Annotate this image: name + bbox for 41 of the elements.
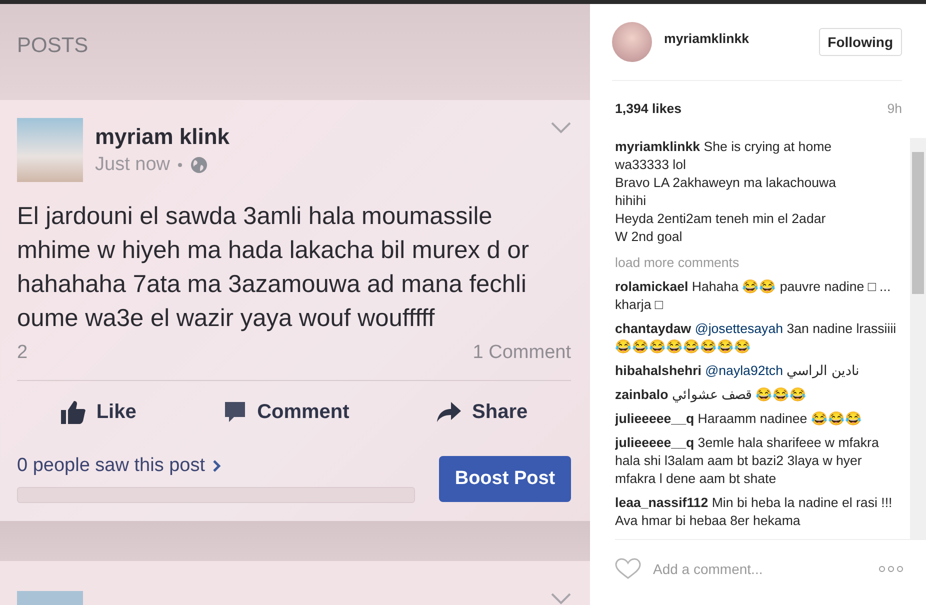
chevron-right-icon (213, 460, 222, 472)
chevron-down-icon[interactable] (551, 593, 571, 605)
author-name[interactable]: myriam klink (95, 124, 551, 150)
chevron-down-icon[interactable] (551, 122, 571, 134)
section-title: POSTS (0, 4, 590, 100)
username-link[interactable]: myriamklinkk (664, 30, 819, 46)
post-text: El jardouni el sawda 3amli hala moumassile mhime w hiyeh ma hada lakacha bil murex d or hahahaha 7ata ma 3azamouwa ad mana fechli oume wa3e el wazir yaya wouf woufffff (17, 202, 530, 334)
speech-bubble-icon (223, 400, 248, 424)
comment-text: chantaydaw @josettesayah 3an nadine lrassiiii😂😂😂😂😂😂😂😂 (615, 320, 898, 356)
following-button[interactable]: Following (818, 28, 902, 56)
photo-placeholder (17, 591, 83, 605)
caption-text: hihihi (615, 192, 648, 210)
post-age: 9h (887, 101, 902, 116)
comment-text: julieeeee__q Haraamm nadinee 😂😂😂 (615, 410, 863, 428)
scrollbar[interactable] (910, 138, 926, 539)
globe-icon (190, 156, 208, 174)
photo-placeholder (17, 118, 83, 182)
avatar-icon[interactable] (612, 22, 652, 62)
heart-icon[interactable] (615, 558, 641, 580)
more-options-icon[interactable] (878, 565, 904, 573)
share-button[interactable]: Share (436, 399, 528, 425)
comment-text: rolamickael Hahaha 😂😂 pauvre nadine □ ... kharja □ (615, 278, 892, 314)
share-arrow-icon (436, 400, 462, 424)
like-button[interactable]: Like (60, 399, 136, 425)
comment-text: leaa_nassif112 Min bi heba la nadine el rasi !!! Ava hmar bi hebaa 8er hekama (615, 494, 894, 530)
likes-count[interactable]: 1,394 likes (615, 101, 682, 116)
thumbs-up-icon (60, 399, 86, 425)
caption-text: Bravo LA 2akhaweyn ma lakachouwa (615, 174, 838, 192)
separator-dot (178, 163, 182, 167)
boost-post-button[interactable]: Boost Post (439, 456, 571, 502)
mention-link[interactable]: @josettesayah (694, 321, 783, 336)
caption-text: wa33333 lol (615, 156, 687, 174)
reaction-count: 2 (17, 342, 28, 364)
caption-text: myriamklinkk She is crying at home (615, 138, 833, 156)
mention-link[interactable]: @nayla92tch (705, 363, 783, 378)
comment-button[interactable]: Comment (223, 399, 350, 425)
post-time: Just now (95, 154, 170, 176)
reach-link[interactable]: 0 people saw this post (17, 455, 415, 477)
comment-text: julieeeee__q 3emle hala sharifeee w mfakra hala shi l3alam aam bt bazi2 3laya w hyer mfakra l dene aam bt shate (615, 434, 880, 488)
caption-text: W 2nd goal (615, 228, 684, 246)
caption-text: Heyda 2enti2am teneh min el 2adar (615, 210, 827, 228)
